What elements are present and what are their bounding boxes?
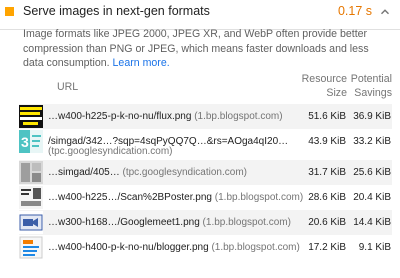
table-row[interactable]: …w400-h225-p-k-no-nu/flux.png (1.bp.blog… — [19, 104, 392, 129]
audit-title: Serve images in next-gen formats — [23, 4, 210, 18]
resource-url[interactable]: …w400-h225-p-k-no-nu/flux.png (1.bp.blog… — [48, 111, 283, 122]
potential-savings: 20.4 KiB — [353, 192, 391, 203]
resource-url-path: …w300-h168…/Googlemeet1.png — [48, 217, 200, 228]
resource-host: (1.bp.blogspot.com) — [202, 217, 291, 228]
learn-more-link[interactable]: Learn more. — [113, 57, 170, 69]
column-header-savings-line2: Savings — [354, 87, 392, 99]
audit-description: Image formats like JPEG 2000, JPEG XR, a… — [23, 27, 383, 71]
table-row[interactable]: …w400-h400-p-k-no-nu/blogger.png (1.bp.b… — [19, 235, 392, 260]
potential-savings: 25.6 KiB — [353, 167, 391, 178]
potential-savings: 9.1 KiB — [358, 242, 391, 253]
column-header-size-line1: Resource — [301, 73, 347, 85]
table-row[interactable]: …w300-h168…/Googlemeet1.png (1.bp.blogsp… — [19, 210, 392, 235]
poster-thumbnail-icon — [19, 186, 43, 209]
column-header-resource-size: Resource Size — [287, 72, 347, 100]
column-header-size-line2: Size — [326, 87, 347, 99]
column-header-url: URL — [57, 81, 79, 93]
resource-url: (tpc.googlesyndication.com) — [48, 146, 173, 157]
resource-url[interactable]: …simgad/405… (tpc.googlesyndication.com) — [48, 167, 247, 178]
resource-size: 31.7 KiB — [308, 167, 346, 178]
meet-thumbnail-icon — [19, 211, 43, 234]
resource-size: 51.6 KiB — [308, 111, 346, 122]
chevron-up-icon[interactable] — [380, 7, 390, 17]
resource-host: (tpc.googlesyndication.com) — [122, 167, 247, 178]
resource-host: (1.bp.blogspot.com) — [214, 192, 304, 203]
table-row[interactable]: …simgad/405… (tpc.googlesyndication.com)… — [19, 160, 392, 185]
resource-size: 17.2 KiB — [308, 242, 346, 253]
resource-size: 28.6 KiB — [308, 192, 346, 203]
resource-host: (1.bp.blogspot.com) — [211, 242, 300, 253]
ad-thumbnail-icon — [19, 161, 43, 184]
next-gen-images-audit: Serve images in next-gen formats 0.17 s … — [0, 0, 400, 278]
resource-size: 20.6 KiB — [308, 217, 346, 228]
column-header-potential-savings: Potential Savings — [347, 72, 392, 100]
resource-url-path: …simgad/405… — [48, 167, 120, 178]
table-header: URL Resource Size Potential Savings — [19, 72, 392, 104]
potential-savings: 14.4 KiB — [353, 217, 391, 228]
resource-url[interactable]: …w400-h400-p-k-no-nu/blogger.png (1.bp.b… — [48, 242, 300, 253]
table-row[interactable]: …w400-h225…/Scan%2BPoster.png (1.bp.blog… — [19, 185, 392, 210]
resource-url[interactable]: …w300-h168…/Googlemeet1.png (1.bp.blogsp… — [48, 217, 291, 228]
column-header-savings-line1: Potential — [350, 73, 392, 85]
potential-savings: 36.9 KiB — [353, 111, 391, 122]
audit-header[interactable]: Serve images in next-gen formats 0.17 s — [0, 0, 400, 30]
opportunity-table: URL Resource Size Potential Savings …w40… — [19, 72, 392, 260]
resource-url[interactable]: …w400-h225…/Scan%2BPoster.png (1.bp.blog… — [48, 192, 303, 203]
resource-url-path: …w400-h225-p-k-no-nu/flux.png — [48, 111, 192, 122]
blogger-thumbnail-icon — [19, 236, 43, 259]
resource-url-path: …w400-h225…/Scan%2BPoster.png — [48, 192, 212, 203]
resource-url-path: …w400-h400-p-k-no-nu/blogger.png — [48, 242, 209, 253]
resource-host: (tpc.googlesyndication.com) — [48, 146, 173, 157]
estimated-savings: 0.17 s — [337, 4, 372, 18]
description-text: Image formats like JPEG 2000, JPEG XR, a… — [23, 28, 369, 69]
average-status-icon — [5, 7, 14, 16]
table-row-host-line: (tpc.googlesyndication.com) — [19, 146, 392, 160]
flux-thumbnail-icon — [19, 105, 43, 128]
resource-host: (1.bp.blogspot.com) — [194, 111, 283, 122]
